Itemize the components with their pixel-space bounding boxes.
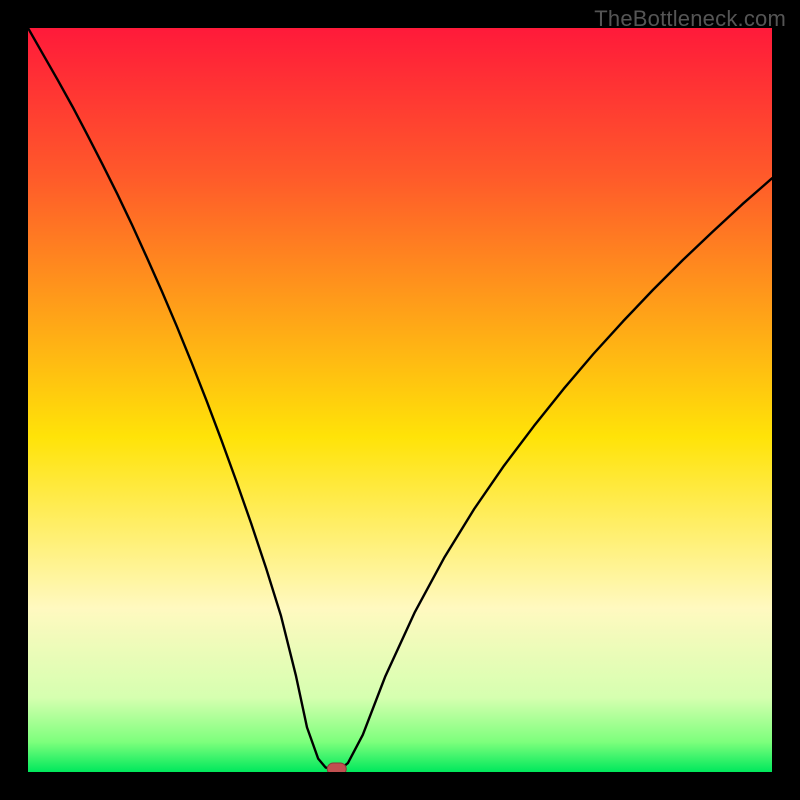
watermark-text: TheBottleneck.com	[594, 6, 786, 32]
plot-area	[28, 28, 772, 772]
optimum-marker	[327, 763, 346, 772]
chart-frame: TheBottleneck.com	[0, 0, 800, 800]
bottleneck-curve	[28, 28, 772, 772]
